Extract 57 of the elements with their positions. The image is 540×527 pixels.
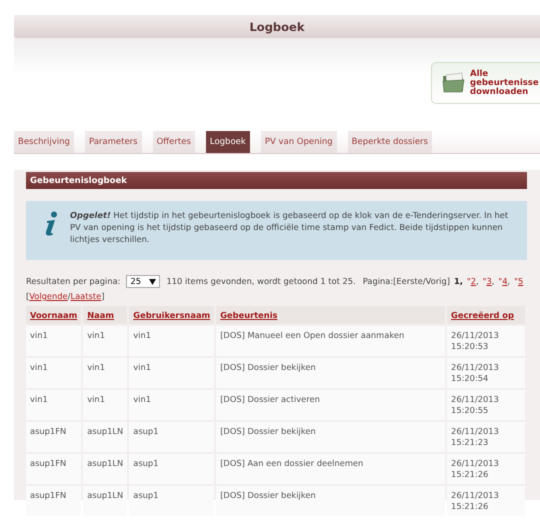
- tab[interactable]: Parameters: [84, 131, 142, 153]
- table-cell: vin1: [133, 330, 152, 340]
- page-link[interactable]: "2,: [466, 274, 479, 289]
- slash-text: /: [68, 290, 70, 303]
- section-header: Gebeurtenislogboek: [26, 172, 527, 189]
- table-cell: vin1: [87, 362, 105, 372]
- notice-text: Opgelet! Het tijdstip in het gebeurtenislogboek is gebaseerd op de klok van de e-Tenderingserver. In het PV van opening is het tijdstip gebaseerd op de officiële time stamp van Fedict. Beide tijdstippen kunnen lichtjes verschillen.: [70, 209, 510, 246]
- table-cell: vin1: [30, 362, 48, 372]
- table-cell: vin1: [30, 394, 48, 404]
- download-button[interactable]: Alle gebeurtenisse downloaden: [431, 62, 540, 104]
- table-cell: 26/11/2013 15:20:55: [451, 394, 499, 415]
- table-cell: asup1: [133, 426, 158, 436]
- table-cell: vin1: [87, 394, 105, 404]
- page-label: Pagina:[Eerste/Vorig]: [362, 275, 450, 288]
- table-cell: asup1FN: [30, 490, 66, 500]
- table-cell: asup1LN: [87, 458, 124, 468]
- table-cell: [DOS] Dossier bekijken: [220, 362, 316, 372]
- results-summary: 110 items gevonden, wordt getoond 1 tot 25.: [166, 275, 356, 288]
- per-page-label: Resultaten per pagina:: [26, 275, 120, 288]
- table-cell: 26/11/2013 15:21:26: [451, 490, 499, 511]
- page-link[interactable]: "5: [514, 274, 524, 289]
- table-cell: asup1LN: [87, 490, 124, 500]
- tab[interactable]: Beperkte dossiers: [348, 131, 432, 153]
- table-cell: asup1FN: [30, 458, 66, 468]
- table-cell: vin1: [133, 362, 152, 372]
- page-link[interactable]: Volgende: [29, 289, 68, 304]
- table-cell: [DOS] Dossier bekijken: [220, 426, 316, 436]
- table-cell: vin1: [133, 394, 152, 404]
- page-link[interactable]: "3,: [482, 274, 494, 289]
- table-cell: [DOS] Aan een dossier deelnemen: [220, 458, 364, 468]
- table-cell: 26/11/2013 15:20:54: [451, 362, 499, 383]
- bracket-text: ]: [101, 290, 104, 303]
- bracket-text: [: [26, 290, 30, 303]
- table-cell: asup1: [133, 458, 158, 468]
- tab[interactable]: Offertes: [152, 131, 195, 153]
- column-header[interactable]: Gebeurtenis: [220, 310, 278, 320]
- per-page-select[interactable]: 25: [126, 275, 160, 288]
- page-link[interactable]: "4,: [498, 274, 510, 289]
- table-cell: [DOS] Dossier bekijken: [220, 490, 316, 500]
- tab[interactable]: PV van Opening: [260, 131, 337, 153]
- table-cell: vin1: [87, 330, 105, 340]
- table-cell: asup1FN: [30, 426, 66, 436]
- caret-icon: [149, 278, 156, 284]
- page-link[interactable]: Laatste: [70, 289, 102, 304]
- folder-icon: [442, 72, 466, 94]
- title-bar: Logboek: [14, 15, 540, 38]
- table-cell: asup1LN: [87, 426, 124, 436]
- table-cell: [DOS] Dossier activeren: [220, 394, 320, 404]
- tab[interactable]: Logboek: [206, 131, 250, 153]
- tab[interactable]: Beschrijving: [14, 131, 74, 153]
- table-cell: 26/11/2013 15:21:23: [451, 426, 499, 447]
- table-cell: vin1: [30, 330, 48, 340]
- table-cell: 26/11/2013 15:21:26: [451, 458, 499, 479]
- current-page: 1,: [454, 275, 463, 288]
- table-cell: asup1: [133, 490, 158, 500]
- table-cell: [DOS] Manueel een Open dossier aanmaken: [220, 330, 404, 340]
- table-cell: 26/11/2013 15:20:53: [451, 330, 499, 351]
